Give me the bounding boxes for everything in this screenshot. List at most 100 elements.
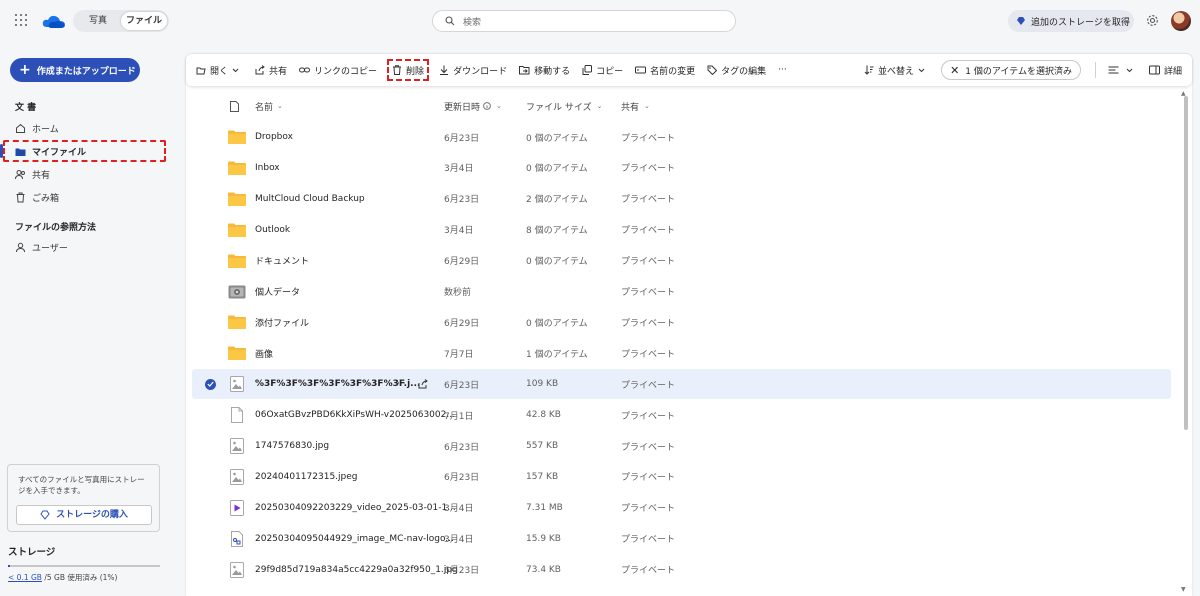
edit-tags-button[interactable]: タグの編集 — [707, 54, 766, 86]
selection-pill[interactable]: ✕ 1 個のアイテムを選択済み — [941, 60, 1081, 80]
buy-storage-button[interactable]: ストレージの購入 — [16, 505, 152, 525]
avatar[interactable] — [1171, 11, 1191, 31]
storage-promo: すべてのファイルと写真用にストレージを入手できます。 ストレージの購入 — [7, 464, 160, 532]
sidebar-item-home[interactable]: ホーム — [15, 122, 59, 135]
column-modified-label: 更新日時 — [444, 102, 481, 113]
column-size[interactable]: ファイル サイズ ⌄ — [526, 100, 602, 113]
open-button[interactable]: 開く — [196, 54, 243, 86]
column-modified[interactable]: 更新日時 ⌄ — [444, 100, 502, 113]
view-options-button[interactable] — [1108, 54, 1137, 86]
folder-icon — [227, 122, 247, 152]
get-storage-button[interactable]: 追加のストレージを取得 — [1008, 10, 1134, 32]
row-checkbox[interactable] — [205, 369, 216, 399]
details-label: 詳細 — [1163, 66, 1182, 77]
copy-button[interactable]: コピー — [582, 54, 623, 86]
file-size: 15.9 KB — [526, 533, 561, 544]
sort-icon — [864, 65, 874, 75]
file-name[interactable]: 06OxatGBvzPBD6KkXiPsWH-v2025063002... — [255, 400, 455, 430]
share-button[interactable]: 共有 — [255, 54, 287, 86]
table-row[interactable]: 20250304095044929_image_MC-nav-logo... 3月… — [192, 524, 1171, 554]
list-view-icon — [1108, 66, 1119, 74]
table-row[interactable]: ドキュメント 6月29日 0 個のアイテム プライベート — [192, 246, 1171, 276]
table-row[interactable]: Inbox 3月4日 0 個のアイテム プライベート — [192, 153, 1171, 183]
file-name[interactable]: 29f9d85d719a834a5cc4229a0a32f950_1.jpg — [255, 555, 458, 585]
gear-icon[interactable] — [1146, 14, 1159, 27]
file-name[interactable]: ドキュメント — [255, 246, 309, 276]
tab-files[interactable]: ファイル — [121, 12, 167, 30]
storage-used-link[interactable]: < 0.1 GB — [8, 573, 42, 582]
row-share-icon[interactable] — [418, 369, 428, 399]
edit-tags-label: タグの編集 — [721, 66, 767, 77]
table-row[interactable]: 20240401172315.jpeg 6月23日 157 KB プライベート — [192, 462, 1171, 492]
tag-icon — [707, 65, 718, 75]
table-row[interactable]: 29f9d85d719a834a5cc4229a0a32f950_1.jpg 6月… — [192, 555, 1171, 585]
table-row[interactable]: 画像 7月7日 1 個のアイテム プライベート — [192, 338, 1171, 368]
chevron-down-icon: ⌄ — [277, 102, 283, 110]
file-name[interactable]: 画像 — [255, 338, 273, 368]
download-button[interactable]: ダウンロード — [439, 54, 507, 86]
chevron-down-icon — [1126, 68, 1133, 72]
more-button[interactable]: ··· — [778, 54, 787, 86]
column-type[interactable] — [230, 100, 239, 112]
column-size-label: ファイル サイズ — [526, 102, 592, 113]
sidebar-item-shared[interactable]: 共有 — [15, 168, 50, 181]
file-name[interactable]: Outlook — [255, 215, 290, 245]
table-row[interactable]: 添付ファイル 6月29日 0 個のアイテム プライベート — [192, 307, 1171, 337]
sort-button[interactable]: 並べ替え — [864, 54, 929, 86]
create-upload-button[interactable]: + 作成またはアップロード — [10, 58, 140, 82]
sharing-status: プライベート — [621, 164, 676, 175]
modified-date: 7月1日 — [444, 411, 474, 422]
file-name[interactable]: 20250304092203229_video_2025-03-01-1... — [255, 493, 456, 523]
sharing-status: プライベート — [621, 195, 676, 206]
copy-link-button[interactable]: リンクのコピー — [299, 54, 377, 86]
table-row[interactable]: MultCloud Cloud Backup 6月23日 2 個のアイテム プライベー… — [192, 184, 1171, 214]
file-name[interactable]: 個人データ — [255, 277, 300, 307]
folder-icon — [227, 153, 247, 183]
table-row[interactable]: Dropbox 6月23日 0 個のアイテム プライベート — [192, 122, 1171, 152]
tab-photos[interactable]: 写真 — [75, 12, 121, 30]
folder-icon — [227, 307, 247, 337]
plus-icon: + — [19, 62, 31, 78]
top-bar: 写真 ファイル 検索 追加のストレージを取得 — [0, 0, 1200, 42]
onedrive-logo-icon[interactable] — [42, 13, 66, 29]
table-row[interactable]: 20250304092203229_video_2025-03-01-1... 3… — [192, 493, 1171, 523]
app-launcher-icon[interactable] — [15, 14, 27, 26]
column-name[interactable]: 名前 ⌄ — [255, 100, 283, 113]
file-name[interactable]: 添付ファイル — [255, 307, 309, 337]
sidebar-item-people[interactable]: ユーザー — [15, 241, 68, 254]
rename-button[interactable]: 名前の変更 — [635, 54, 695, 86]
search-input[interactable]: 検索 — [432, 10, 736, 32]
delete-button[interactable]: 削除 — [387, 54, 430, 86]
file-name[interactable]: 20240401172315.jpeg — [255, 462, 358, 492]
move-button[interactable]: 移動する — [519, 54, 570, 86]
file-name[interactable]: 1747576830.jpg — [255, 431, 329, 461]
table-row[interactable]: 1747576830.jpg 6月23日 557 KB プライベート — [192, 431, 1171, 461]
column-sharing[interactable]: 共有 ⌄ — [621, 100, 650, 113]
close-icon[interactable]: ✕ — [950, 64, 959, 77]
video-icon — [227, 493, 247, 523]
modified-date: 6月23日 — [444, 195, 480, 206]
file-name[interactable]: Inbox — [255, 153, 280, 183]
folder-icon — [227, 246, 247, 276]
table-row[interactable]: 個人データ 数秒前 プライベート — [192, 277, 1171, 307]
file-name[interactable]: %3F%3F%3F%3F%3F%3F%3F.j... — [255, 369, 420, 399]
file-name[interactable]: MultCloud Cloud Backup — [255, 184, 365, 214]
modified-date: 数秒前 — [444, 288, 472, 298]
file-name[interactable]: 20250304095044929_image_MC-nav-logo... — [255, 524, 454, 554]
scrollbar-thumb[interactable] — [1184, 96, 1188, 430]
download-icon — [440, 65, 449, 75]
table-row[interactable]: Outlook 3月4日 8 個のアイテム プライベート — [192, 215, 1171, 245]
main-pane: 開く 共有 リンクのコピー 削除 ダウンロード 移動する コピー 名前の変更 タ… — [186, 54, 1192, 596]
table-row[interactable]: 06OxatGBvzPBD6KkXiPsWH-v2025063002... 7月1… — [192, 400, 1171, 430]
chevron-down-icon: ⌄ — [596, 102, 603, 110]
details-button[interactable]: 詳細 — [1148, 54, 1182, 86]
table-row[interactable]: %3F%3F%3F%3F%3F%3F%3F.j... ··· 6月23日 109 KB… — [192, 369, 1171, 400]
section-title-browse: ファイルの参照方法 — [15, 223, 97, 233]
sidebar-item-my-files[interactable]: マイファイル — [15, 145, 86, 158]
file-name[interactable]: Dropbox — [255, 122, 293, 152]
row-more-icon[interactable]: ··· — [397, 369, 406, 399]
image-icon — [227, 369, 247, 399]
sidebar-item-trash[interactable]: ごみ箱 — [15, 191, 59, 204]
scroll-down-icon[interactable]: ▼ — [1181, 586, 1186, 593]
storage-title: ストレージ — [8, 547, 56, 558]
